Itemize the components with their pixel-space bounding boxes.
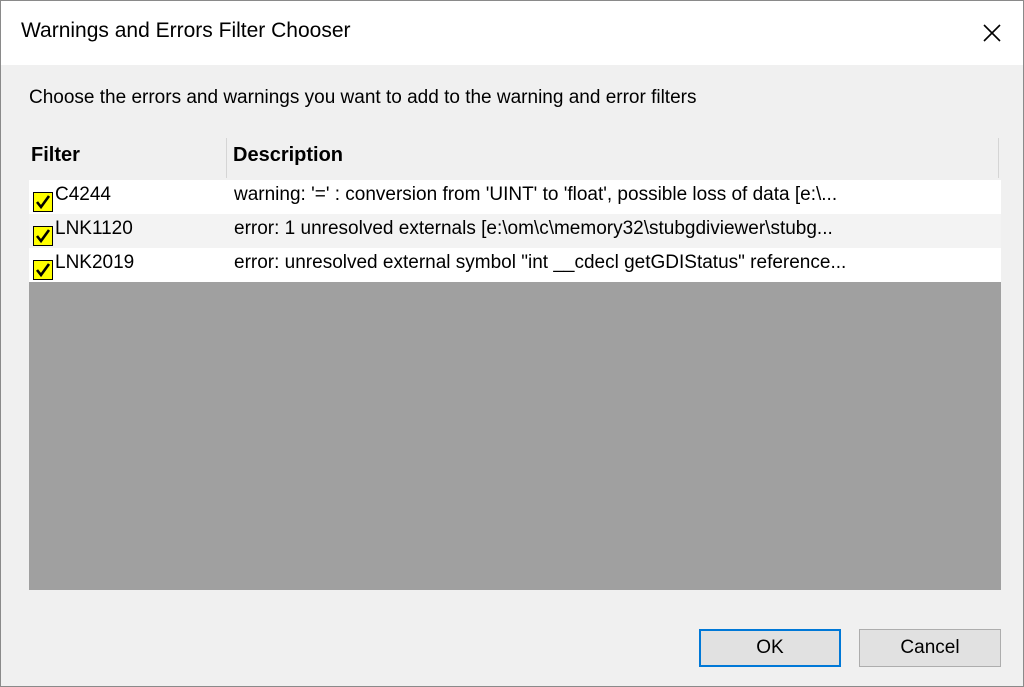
filter-list[interactable]: Filter Description C4244 warning: '=' : … (29, 130, 1001, 590)
list-item[interactable]: C4244 warning: '=' : conversion from 'UI… (29, 180, 1001, 214)
row-filter-code: LNK1120 (55, 218, 133, 239)
checkmark-icon (35, 195, 51, 210)
row-filter-code: C4244 (55, 184, 111, 205)
close-button[interactable] (961, 1, 1023, 65)
column-header-description[interactable]: Description (227, 130, 999, 180)
title-bar: Warnings and Errors Filter Chooser (1, 1, 1023, 65)
column-separator[interactable] (998, 138, 999, 178)
window-title: Warnings and Errors Filter Chooser (21, 19, 351, 42)
row-filter-code: LNK2019 (55, 252, 135, 273)
cancel-button[interactable]: Cancel (859, 629, 1001, 667)
instruction-text: Choose the errors and warnings you want … (29, 87, 697, 108)
list-rows: C4244 warning: '=' : conversion from 'UI… (29, 180, 1001, 282)
list-item[interactable]: LNK2019 error: unresolved external symbo… (29, 248, 1001, 282)
row-description: warning: '=' : conversion from 'UINT' to… (234, 184, 838, 205)
ok-button[interactable]: OK (699, 629, 841, 667)
list-header: Filter Description (29, 130, 1001, 180)
row-checkbox[interactable] (33, 260, 53, 280)
row-description: error: unresolved external symbol "int _… (234, 252, 847, 273)
checkmark-icon (35, 229, 51, 244)
row-checkbox[interactable] (33, 226, 53, 246)
checkmark-icon (35, 263, 51, 278)
column-header-filter[interactable]: Filter (29, 130, 227, 180)
list-item[interactable]: LNK1120 error: 1 unresolved externals [e… (29, 214, 1001, 248)
dialog-window: Warnings and Errors Filter Chooser Choos… (0, 0, 1024, 687)
close-icon (983, 24, 1001, 42)
row-checkbox[interactable] (33, 192, 53, 212)
row-description: error: 1 unresolved externals [e:\om\c\m… (234, 218, 833, 239)
